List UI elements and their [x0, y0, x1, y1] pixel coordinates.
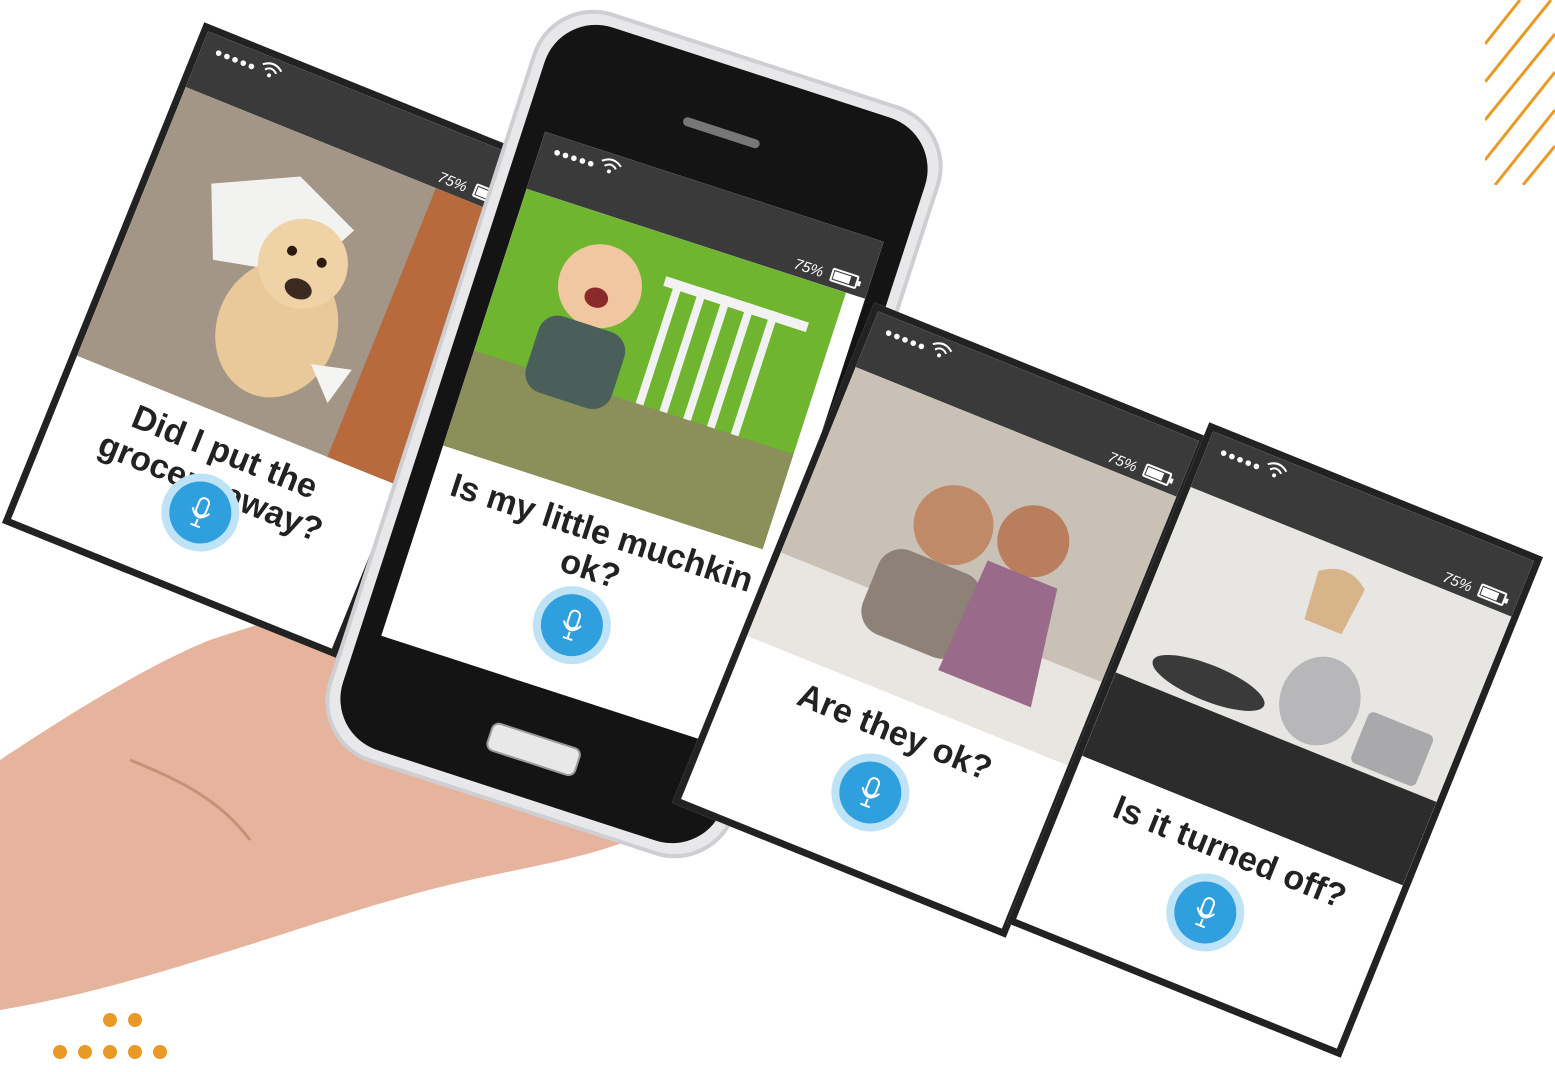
signal-dots-icon: ●●●●● — [212, 44, 260, 75]
microphone-icon — [1164, 872, 1246, 953]
signal-dots-icon: ●●●●● — [882, 324, 930, 355]
microphone-icon — [829, 752, 911, 833]
battery-icon — [1141, 463, 1173, 487]
wifi-icon — [596, 155, 624, 184]
wifi-icon — [255, 58, 284, 88]
wifi-icon — [1260, 458, 1289, 488]
wifi-icon — [925, 338, 954, 368]
battery-icon — [828, 267, 860, 290]
signal-dots-icon: ●●●●● — [1217, 444, 1265, 475]
phone-speaker — [681, 116, 761, 150]
signal-dots-icon: ●●●●● — [551, 143, 598, 172]
battery-icon — [1476, 583, 1508, 607]
microphone-icon — [532, 586, 611, 665]
home-button[interactable] — [484, 720, 583, 779]
